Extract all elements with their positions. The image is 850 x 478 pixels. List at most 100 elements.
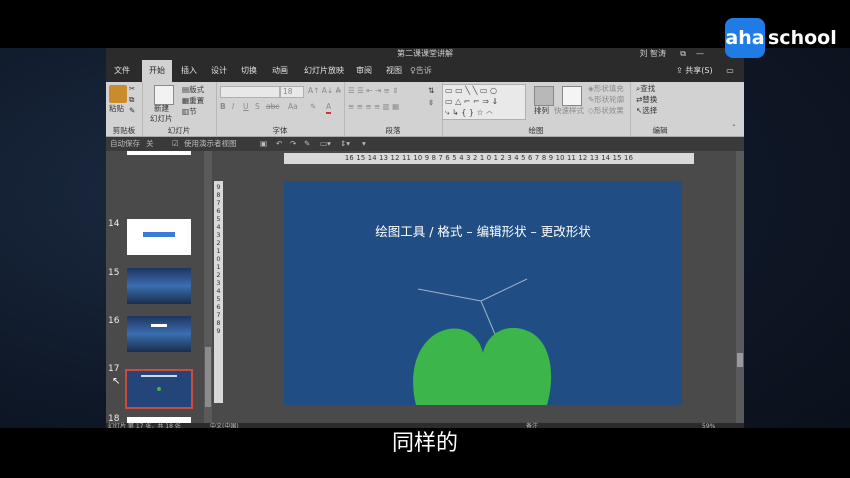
shape-effects-button[interactable]: ◇形状效果 <box>588 106 624 116</box>
tab-insert[interactable]: 插入 <box>174 60 204 82</box>
replace-label: 替换 <box>642 95 658 104</box>
tab-file[interactable]: 文件 <box>108 60 136 82</box>
select-button[interactable]: ↖选择 <box>636 106 657 116</box>
quick-styles-label[interactable]: 快速样式 <box>554 106 584 116</box>
reset-button[interactable]: ▦重置 <box>182 96 204 106</box>
change-case-button[interactable]: Aa <box>288 102 298 112</box>
tab-transitions[interactable]: 切换 <box>234 60 264 82</box>
share-button[interactable]: ⇪ 共享(S) <box>676 60 713 82</box>
grow-font-icon[interactable]: A↑ A↓ A̶ <box>308 86 341 96</box>
tab-view[interactable]: 视图 <box>380 60 408 82</box>
slide-thumbnail-pane: 14 15 16 17 ↖ 18 <box>106 151 214 430</box>
shape-row-1[interactable]: ▭ ▭ ╲ ╲ ▭ ○ <box>445 86 497 96</box>
format-painter-icon[interactable]: ✎ <box>129 106 135 116</box>
slide-thumb-15[interactable] <box>127 268 191 304</box>
customize-qat-icon[interactable]: ▾ <box>362 137 366 151</box>
italic-button[interactable]: I <box>232 102 234 112</box>
align-qat-icon[interactable]: ⇕▾ <box>340 137 350 151</box>
text-direction-icon[interactable]: ⇅ <box>428 86 434 96</box>
new-slide-label-2[interactable]: 幻灯片 <box>150 114 173 124</box>
find-button[interactable]: ⌕查找 <box>636 84 655 94</box>
shape-fill-label: 形状填充 <box>593 84 624 93</box>
arrange-icon[interactable] <box>534 86 554 106</box>
presenter-view-label[interactable]: 使用演示者视图 <box>184 137 237 151</box>
share-label: 共享(S) <box>685 66 713 75</box>
user-name[interactable]: 刘 智涛 <box>639 48 666 60</box>
bold-button[interactable]: B <box>220 102 226 112</box>
autosave-toggle[interactable]: 关 <box>146 137 154 151</box>
tab-slideshow[interactable]: 幻灯片放映 <box>298 60 350 82</box>
highlight-icon[interactable]: ✎ <box>310 102 316 112</box>
layout-button[interactable]: ▤版式 <box>182 85 204 95</box>
shape-outline-button[interactable]: ✎形状轮廓 <box>588 95 624 105</box>
slide-thumb-16[interactable] <box>127 316 191 352</box>
tab-home[interactable]: 开始 <box>142 60 172 82</box>
copy-icon[interactable]: ⧉ <box>129 95 134 105</box>
shape-row-2[interactable]: ▭ △ ⌐ ⌐ ⇒ ⇓ <box>445 97 498 107</box>
arrange-label[interactable]: 排列 <box>534 106 549 116</box>
minimize-icon[interactable]: — <box>696 48 704 60</box>
find-label: 查找 <box>640 84 656 93</box>
font-size-box[interactable]: 18 <box>280 86 304 98</box>
spacing-button[interactable]: abc <box>266 102 279 112</box>
replace-button[interactable]: ⇄替换 <box>636 95 657 105</box>
mouse-cursor-icon: ↖ <box>112 376 121 387</box>
slide-thumb-13-partial[interactable] <box>127 151 191 155</box>
cut-icon[interactable]: ✂ <box>129 84 135 94</box>
group-label-paragraph: 段落 <box>385 126 401 135</box>
horizontal-ruler: 16 15 14 13 12 11 10 9 8 7 6 5 4 3 2 1 0… <box>284 153 694 164</box>
font-name-box[interactable] <box>220 86 280 98</box>
font-color-button[interactable]: A <box>326 102 332 114</box>
new-slide-label[interactable]: 新建 <box>154 104 169 114</box>
comments-icon[interactable]: ▭ <box>722 60 738 82</box>
paste-label[interactable]: 粘贴 <box>109 104 124 114</box>
quick-access-toolbar: 自动保存 关 ☑ 使用演示者视图 ▣ ↶ ↷ ✎ ▭▾ ⇕▾ ▾ <box>106 137 744 151</box>
tab-animations[interactable]: 动画 <box>265 60 295 82</box>
slide-number: 14 <box>108 219 120 229</box>
logo-text: school <box>768 27 837 49</box>
new-slide-icon[interactable] <box>154 85 174 105</box>
select-label: 选择 <box>642 106 658 115</box>
title-bar: 第二课课堂讲解 刘 智涛 ⧉ — <box>106 48 744 60</box>
section-label: 节 <box>189 107 197 116</box>
shape-outline-qat-icon[interactable]: ▭▾ <box>320 137 331 151</box>
tell-me-box[interactable]: ♀告诉 <box>410 60 432 82</box>
align-icons[interactable]: ≡ ≡ ≡ ≡ ▥ ▦ <box>348 102 399 112</box>
quick-styles-icon[interactable] <box>562 86 582 106</box>
green-heart-shape[interactable] <box>413 327 552 405</box>
align-text-icon[interactable]: ⇳ <box>428 98 434 108</box>
ribbon-display-icon[interactable]: ⧉ <box>680 48 686 60</box>
tab-design[interactable]: 设计 <box>204 60 234 82</box>
tab-review[interactable]: 审阅 <box>350 60 378 82</box>
autosave-label: 自动保存 <box>110 139 140 148</box>
video-top-bar <box>0 0 850 48</box>
redo-icon[interactable]: ↷ <box>290 137 296 151</box>
section-button[interactable]: ▥节 <box>182 107 197 117</box>
thumbnail-scroll-thumb[interactable] <box>205 347 211 407</box>
bullets-icon[interactable]: ☰ ☰ ⇤ ⇥ ≡ ⇕ <box>348 86 399 96</box>
aha-school-logo: aha school <box>725 18 837 58</box>
slide-thumb-17-selected[interactable] <box>125 369 193 409</box>
group-clipboard: 粘贴 ✂ ⧉ ✎ 剪贴板 <box>106 82 143 136</box>
undo-icon[interactable]: ↶ <box>276 137 282 151</box>
group-drawing: ▭ ▭ ╲ ╲ ▭ ○ ▭ △ ⌐ ⌐ ⇒ ⇓ ⤷ ↳ { } ☆ ⌒ 排列 快… <box>442 82 631 136</box>
save-icon[interactable]: ▣ <box>260 137 267 151</box>
current-slide[interactable]: 绘图工具 / 格式 – 编辑形状 – 更改形状 <box>284 181 682 405</box>
editor-scrollbar[interactable] <box>736 151 744 423</box>
font-size-value: 18 <box>283 87 293 96</box>
underline-button[interactable]: U <box>243 102 249 112</box>
collapse-ribbon-icon[interactable]: ˆ <box>732 124 736 134</box>
shape-outline-label: 形状轮廓 <box>594 95 625 104</box>
checkbox-icon[interactable]: ☑ <box>172 137 179 151</box>
shape-row-3[interactable]: ⤷ ↳ { } ☆ ⌒ <box>445 108 493 118</box>
paste-icon[interactable] <box>109 85 127 103</box>
shadow-button[interactable]: S <box>255 102 260 112</box>
shapes-gallery[interactable]: ▭ ▭ ╲ ╲ ▭ ○ ▭ △ ⌐ ⌐ ⇒ ⇓ ⤷ ↳ { } ☆ ⌒ <box>442 84 526 120</box>
thumbnail-scrollbar[interactable] <box>204 151 212 423</box>
shape-fill-button[interactable]: ◈形状填充 <box>588 84 624 94</box>
draw-icon[interactable]: ✎ <box>304 137 310 151</box>
shape-effects-label: 形状效果 <box>593 106 624 115</box>
group-slides: 新建 幻灯片 ▤版式 ▦重置 ▥节 幻灯片 <box>142 82 217 136</box>
editor-scroll-thumb[interactable] <box>737 353 743 367</box>
slide-thumb-14[interactable] <box>127 219 191 255</box>
